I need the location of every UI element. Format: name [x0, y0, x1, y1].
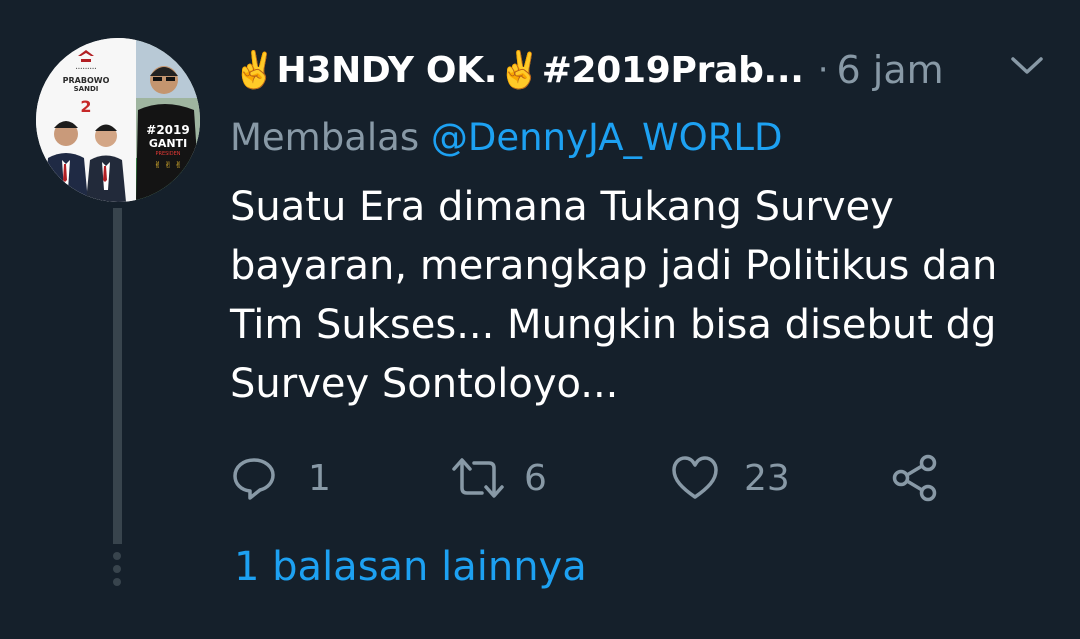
retweet-button[interactable]: 6 [450, 452, 547, 504]
svg-text:✌ ✌ ✌: ✌ ✌ ✌ [154, 161, 182, 171]
shirt-line-1: #2019 [146, 123, 189, 137]
tweet-card[interactable]: ••••••••• PRABOWO SANDI 2 #2019 GANTI PR… [0, 0, 1080, 639]
like-count: 23 [744, 457, 790, 499]
shirt-line-2: GANTI [149, 137, 187, 150]
like-button[interactable]: 23 [670, 452, 790, 504]
reply-count: 1 [308, 457, 331, 499]
thread-dots [112, 552, 122, 586]
reply-mention-link[interactable]: @DennyJA_WORLD [431, 116, 783, 159]
timestamp[interactable]: 6 jam [837, 48, 944, 92]
separator-dot: · [817, 50, 829, 90]
thread-line [113, 208, 122, 544]
poster-number: 2 [80, 97, 91, 116]
reply-prefix: Membalas [230, 116, 420, 159]
tweet-text: Suatu Era dimana Tukang Survey bayaran, … [230, 184, 998, 407]
action-bar: 1 6 23 [230, 452, 990, 504]
more-replies-link[interactable]: 1 balasan lainnya [234, 544, 587, 590]
tweet-header: ✌️H3NDY OK.✌️#2019Prab... · 6 jam [232, 40, 1052, 100]
share-icon [892, 454, 937, 502]
heart-icon [672, 456, 718, 499]
avatar[interactable]: ••••••••• PRABOWO SANDI 2 #2019 GANTI PR… [36, 38, 200, 202]
poster-bottom-text: SANDI [74, 85, 99, 93]
reply-icon [233, 458, 275, 500]
svg-text:•••••••••: ••••••••• [75, 66, 96, 71]
display-name[interactable]: ✌️H3NDY OK.✌️#2019Prab... [232, 49, 804, 91]
retweet-icon [452, 458, 504, 498]
avatar-image: ••••••••• PRABOWO SANDI 2 #2019 GANTI PR… [36, 38, 200, 202]
poster-top-text: PRABOWO [63, 76, 110, 85]
shirt-line-3: PRESIDEN [155, 151, 180, 157]
chevron-down-icon[interactable] [1010, 54, 1044, 78]
retweet-count: 6 [524, 457, 547, 499]
reply-button[interactable]: 1 [230, 452, 331, 504]
share-button[interactable] [890, 452, 940, 504]
reply-context: Membalas @DennyJA_WORLD [230, 116, 783, 159]
